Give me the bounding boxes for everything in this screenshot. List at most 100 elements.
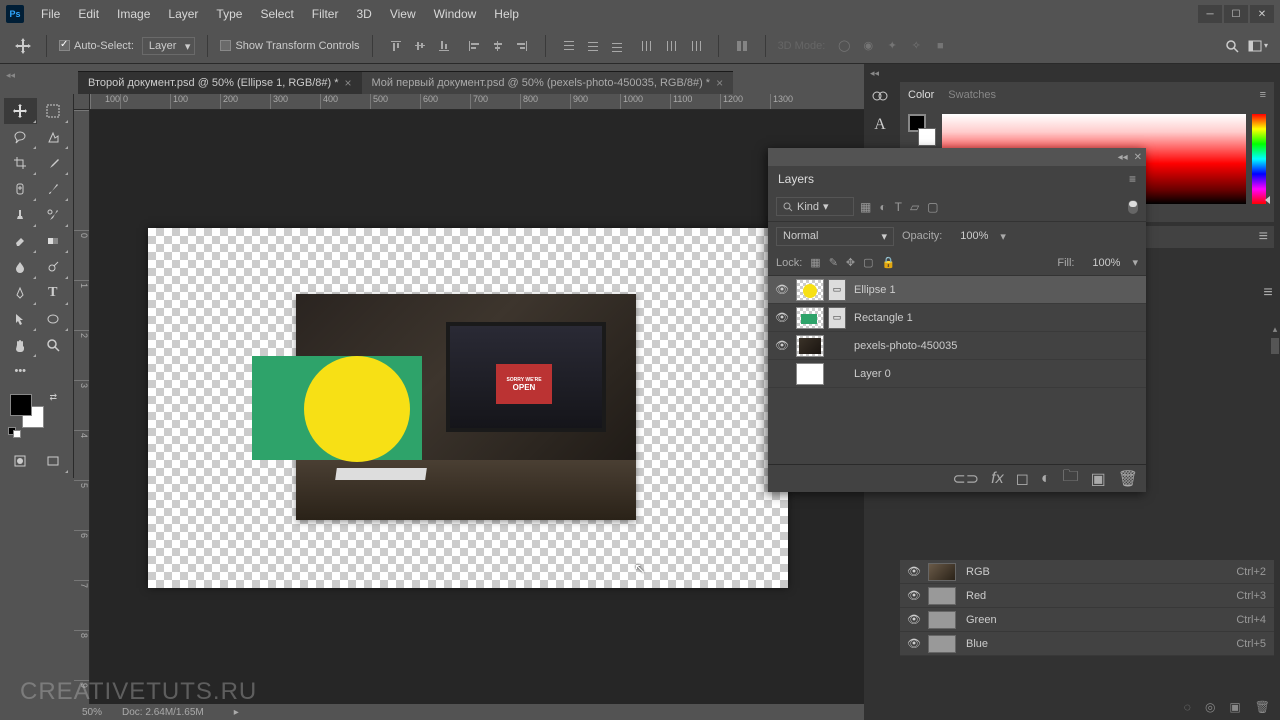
collapse-right-icon[interactable]: ◂◂ — [870, 68, 879, 79]
dist-bottom-button[interactable] — [606, 35, 628, 57]
channel-red[interactable]: 👁RedCtrl+3 — [900, 584, 1274, 608]
fill-input[interactable]: 100% — [1082, 256, 1124, 270]
gradient-tool[interactable] — [37, 228, 70, 254]
filter-smart-icon[interactable]: ▢ — [927, 200, 938, 214]
shape-tool[interactable] — [37, 306, 70, 332]
foreground-color[interactable] — [10, 394, 32, 416]
align-bottom-button[interactable] — [433, 35, 455, 57]
ellipse-shape[interactable] — [304, 356, 410, 462]
quick-select-tool[interactable] — [37, 124, 70, 150]
visibility-icon[interactable]: 👁 — [768, 311, 796, 324]
opacity-flyout-icon[interactable]: ▾ — [1000, 230, 1006, 243]
dist-hcenter-button[interactable] — [660, 35, 682, 57]
align-left-button[interactable] — [463, 35, 485, 57]
type-tool[interactable]: T — [37, 280, 70, 306]
crop-tool[interactable] — [4, 150, 37, 176]
save-selection-icon[interactable]: ◎ — [1205, 700, 1215, 714]
default-colors-icon[interactable] — [8, 427, 21, 438]
menu-window[interactable]: Window — [425, 7, 486, 21]
menu-select[interactable]: Select — [251, 7, 302, 21]
new-group-icon[interactable]: 🗀 — [1063, 465, 1079, 492]
layer-thumbnail[interactable] — [796, 335, 824, 357]
search-icon[interactable] — [1224, 38, 1240, 54]
layer-name[interactable]: pexels-photo-450035 — [854, 340, 957, 352]
visibility-icon[interactable]: 👁 — [900, 637, 928, 650]
link-layers-icon[interactable]: ⊂⊃ — [952, 469, 979, 489]
layer-row[interactable]: Layer 0 — [768, 360, 1146, 388]
eyedropper-tool[interactable] — [37, 150, 70, 176]
layer-name[interactable]: Rectangle 1 — [854, 312, 913, 324]
history-brush-tool[interactable] — [37, 202, 70, 228]
window-maximize-button[interactable]: ☐ — [1224, 5, 1248, 23]
filter-type-icon[interactable]: T — [895, 200, 902, 214]
healing-tool[interactable] — [4, 176, 37, 202]
align-hcenter-button[interactable] — [487, 35, 509, 57]
layer-thumbnail[interactable] — [796, 279, 824, 301]
filter-pixel-icon[interactable]: ▦ — [860, 200, 871, 214]
layer-fx-icon[interactable]: fx — [991, 470, 1003, 488]
doc-size-info[interactable]: Doc: 2.64M/1.65M — [122, 707, 204, 718]
artboard[interactable]: SORRY WE'REOPEN — [148, 228, 788, 588]
layer-name[interactable]: Layer 0 — [854, 368, 891, 380]
blend-mode-dropdown[interactable]: Normal▾ — [776, 227, 894, 246]
workspace-switcher[interactable]: ▾ — [1248, 39, 1268, 53]
foreground-background-colors[interactable]: ⇄ — [4, 394, 69, 434]
tab-close-icon[interactable]: × — [716, 76, 723, 90]
auto-align-button[interactable] — [731, 35, 753, 57]
window-close-button[interactable]: ✕ — [1250, 5, 1274, 23]
brush-tool[interactable] — [37, 176, 70, 202]
new-channel-icon[interactable]: ▣ — [1229, 700, 1240, 714]
ruler-origin[interactable] — [74, 94, 90, 110]
layer-thumbnail[interactable] — [796, 307, 824, 329]
menu-edit[interactable]: Edit — [69, 7, 108, 21]
scroll-up-icon[interactable]: ▴ — [1270, 324, 1280, 334]
quick-mask-button[interactable] — [4, 448, 37, 474]
dist-right-button[interactable] — [684, 35, 706, 57]
menu-type[interactable]: Type — [207, 7, 251, 21]
hue-slider[interactable] — [1252, 114, 1266, 204]
align-right-button[interactable] — [511, 35, 533, 57]
channel-green[interactable]: 👁GreenCtrl+4 — [900, 608, 1274, 632]
menu-help[interactable]: Help — [485, 7, 528, 21]
hand-tool[interactable] — [4, 332, 37, 358]
panel-scrollbar[interactable]: ▴ — [1270, 324, 1280, 384]
edit-toolbar-button[interactable]: ••• — [4, 358, 37, 384]
layer-row[interactable]: 👁 pexels-photo-450035 — [768, 332, 1146, 360]
visibility-icon[interactable]: 👁 — [900, 565, 928, 578]
path-select-tool[interactable] — [4, 306, 37, 332]
zoom-tool[interactable] — [37, 332, 70, 358]
eraser-tool[interactable] — [4, 228, 37, 254]
stamp-tool[interactable] — [4, 202, 37, 228]
layer-row[interactable]: 👁 ▭ Rectangle 1 — [768, 304, 1146, 332]
filter-toggle[interactable] — [1128, 200, 1138, 214]
lasso-tool[interactable] — [4, 124, 37, 150]
auto-select-checkbox[interactable]: Auto-Select: — [59, 40, 134, 52]
panel-menu-icon[interactable]: ≡ — [1263, 284, 1272, 302]
visibility-icon[interactable]: 👁 — [768, 283, 796, 296]
swatches-tab[interactable]: Swatches — [948, 89, 996, 101]
delete-channel-icon[interactable]: 🗑 — [1255, 700, 1270, 714]
channel-blue[interactable]: 👁BlueCtrl+5 — [900, 632, 1274, 656]
zoom-level[interactable]: 50% — [82, 707, 102, 718]
menu-image[interactable]: Image — [108, 7, 159, 21]
marquee-tool[interactable] — [37, 98, 70, 124]
adjustment-layer-icon[interactable]: ◐ — [1041, 470, 1051, 488]
dist-left-button[interactable] — [636, 35, 658, 57]
visibility-icon[interactable]: 👁 — [768, 339, 796, 352]
channel-rgb[interactable]: 👁RGBCtrl+2 — [900, 560, 1274, 584]
align-vcenter-button[interactable] — [409, 35, 431, 57]
swap-colors-icon[interactable]: ⇄ — [49, 392, 57, 403]
layer-filter-type-dropdown[interactable]: Kind▾ — [776, 197, 854, 216]
lock-artboard-icon[interactable]: ▢ — [863, 256, 873, 269]
delete-layer-icon[interactable]: 🗑 — [1118, 469, 1138, 489]
blur-tool[interactable] — [4, 254, 37, 280]
screen-mode-button[interactable] — [37, 448, 70, 474]
menu-layer[interactable]: Layer — [159, 7, 207, 21]
tab-close-icon[interactable]: × — [345, 76, 352, 90]
color-tab[interactable]: Color — [908, 89, 934, 101]
panel-menu-icon[interactable]: ≡ — [1260, 89, 1266, 101]
show-transform-checkbox[interactable]: Show Transform Controls — [220, 40, 359, 52]
vertical-ruler[interactable]: 01 23 45 67 89 — [74, 110, 90, 704]
panel-collapse-icon[interactable]: ◂◂ — [1118, 152, 1128, 163]
dist-vcenter-button[interactable] — [582, 35, 604, 57]
